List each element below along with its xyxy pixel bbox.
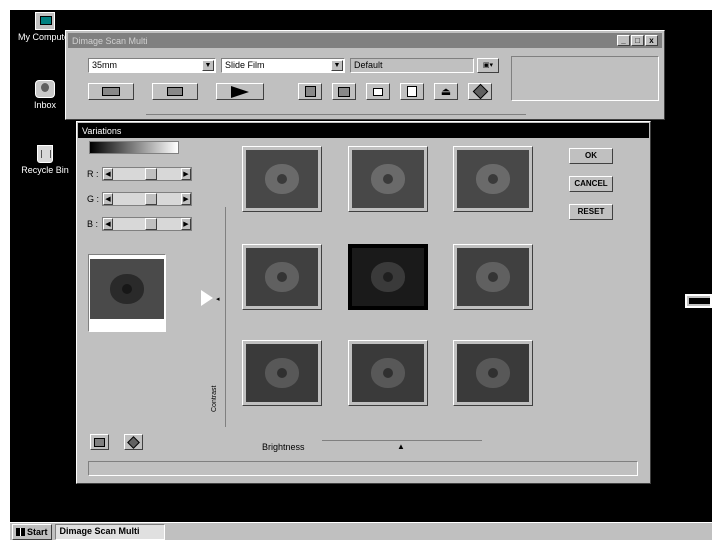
crop-icon bbox=[304, 86, 316, 97]
close-button[interactable]: x bbox=[645, 35, 658, 46]
variation-thumbnail[interactable] bbox=[242, 244, 322, 310]
main-window: Dimage Scan Multi _ □ x 35mm ▼ Slide Fil… bbox=[65, 30, 665, 120]
profile-value: Default bbox=[354, 60, 383, 70]
desktop-icon-label: Inbox bbox=[33, 100, 57, 110]
variation-thumbnail[interactable] bbox=[348, 146, 428, 212]
cancel-button[interactable]: CANCEL bbox=[569, 176, 613, 192]
red-slider-label: R : bbox=[87, 169, 99, 179]
film-type-select[interactable]: Slide Film ▼ bbox=[221, 58, 345, 73]
start-button[interactable]: Start bbox=[12, 523, 52, 540]
variations-titlebar[interactable]: Variations bbox=[78, 123, 649, 138]
arrow-left-icon[interactable]: ◀ bbox=[103, 168, 113, 180]
brightness-track bbox=[322, 440, 482, 441]
prescan-icon bbox=[167, 87, 183, 96]
window-divider bbox=[146, 114, 526, 115]
variation-thumbnail[interactable] bbox=[242, 340, 322, 406]
main-window-title: Dimage Scan Multi bbox=[72, 35, 148, 46]
desktop-icon-label: Recycle Bin bbox=[21, 165, 69, 175]
chevron-down-icon[interactable]: ▼ bbox=[202, 60, 214, 71]
taskbar: Start Dimage Scan Multi bbox=[10, 522, 712, 540]
film-format-select[interactable]: 35mm ▼ bbox=[88, 58, 216, 73]
main-window-titlebar[interactable]: Dimage Scan Multi _ □ x bbox=[68, 33, 662, 48]
contrast-label: Contrast bbox=[211, 385, 218, 412]
variation-thumbnail[interactable] bbox=[348, 340, 428, 406]
computer-icon bbox=[35, 12, 55, 30]
eject-icon: ⏏ bbox=[440, 86, 452, 98]
status-panel bbox=[511, 56, 659, 101]
contrast-track bbox=[225, 207, 226, 427]
image-correction-icon bbox=[338, 86, 350, 97]
brightness-label: Brightness bbox=[262, 442, 305, 452]
eject-button[interactable]: ⏏ bbox=[434, 83, 458, 100]
minimize-button[interactable]: _ bbox=[617, 35, 630, 46]
arrow-right-icon[interactable]: ▶ bbox=[181, 168, 191, 180]
image-correction-button[interactable] bbox=[332, 83, 356, 100]
scan-icon bbox=[231, 85, 249, 98]
film-type-value: Slide Film bbox=[225, 60, 265, 70]
arrow-right-icon[interactable]: ▶ bbox=[181, 218, 191, 230]
variations-window: Variations R : ◀ ▶ G : ◀ ▶ B : ◀ ▶ ◂ Con bbox=[76, 121, 651, 484]
blue-slider-label: B : bbox=[87, 219, 99, 229]
recycle-bin-icon bbox=[37, 145, 53, 163]
variation-thumbnail[interactable] bbox=[453, 244, 533, 310]
red-slider-row: R : ◀ ▶ bbox=[87, 167, 192, 181]
profile-menu-button[interactable]: ▣▾ bbox=[477, 58, 499, 73]
tone-gradient-bar bbox=[89, 141, 179, 154]
slider-thumb[interactable] bbox=[145, 168, 157, 180]
profile-field[interactable]: Default bbox=[350, 58, 474, 73]
index-scan-icon bbox=[102, 87, 120, 96]
index-scan-button[interactable] bbox=[88, 83, 134, 100]
offscreen-window-fragment bbox=[685, 294, 712, 308]
arrow-right-icon bbox=[201, 290, 213, 306]
contrast-indicator: ◂ bbox=[216, 296, 220, 303]
desktop-icon-recycle-bin[interactable]: Recycle Bin bbox=[12, 145, 78, 175]
help-icon bbox=[127, 435, 140, 449]
crop-button[interactable] bbox=[298, 83, 322, 100]
variation-thumbnail[interactable] bbox=[242, 146, 322, 212]
variation-thumbnail[interactable] bbox=[453, 146, 533, 212]
windows-logo-icon bbox=[16, 527, 25, 536]
menu-icon: ▣▾ bbox=[482, 62, 494, 69]
help-button[interactable] bbox=[468, 83, 492, 100]
prescan-button[interactable] bbox=[152, 83, 198, 100]
ok-button[interactable]: OK bbox=[569, 148, 613, 164]
chevron-down-icon[interactable]: ▼ bbox=[331, 60, 343, 71]
variations-title: Variations bbox=[82, 125, 122, 136]
variation-thumbnail-selected[interactable] bbox=[348, 244, 428, 310]
blue-slider[interactable]: ◀ ▶ bbox=[102, 217, 192, 231]
preferences-button[interactable] bbox=[400, 83, 424, 100]
original-preview-image bbox=[90, 259, 164, 319]
preview-window-button[interactable] bbox=[90, 434, 109, 450]
reset-button[interactable]: RESET bbox=[569, 204, 613, 220]
desktop-icon-label: My Computer bbox=[17, 32, 72, 42]
help-button[interactable] bbox=[124, 434, 143, 450]
progress-status-bar bbox=[88, 461, 638, 476]
preview-window-icon bbox=[94, 437, 105, 447]
slider-thumb[interactable] bbox=[145, 193, 157, 205]
maximize-button[interactable]: □ bbox=[631, 35, 644, 46]
brightness-indicator: ▲ bbox=[397, 442, 405, 451]
green-slider-label: G : bbox=[87, 194, 100, 204]
scan-button[interactable] bbox=[216, 83, 264, 100]
green-slider-row: G : ◀ ▶ bbox=[87, 192, 192, 206]
green-slider[interactable]: ◀ ▶ bbox=[102, 192, 192, 206]
taskbar-button-dimage[interactable]: Dimage Scan Multi bbox=[54, 523, 165, 540]
film-format-value: 35mm bbox=[92, 60, 118, 70]
rotate-button[interactable] bbox=[366, 83, 390, 100]
inbox-icon bbox=[35, 80, 55, 98]
original-preview bbox=[88, 254, 166, 332]
blue-slider-row: B : ◀ ▶ bbox=[87, 217, 192, 231]
rotate-icon bbox=[373, 87, 383, 96]
start-label: Start bbox=[27, 526, 48, 537]
arrow-left-icon[interactable]: ◀ bbox=[103, 218, 113, 230]
help-icon bbox=[472, 83, 488, 100]
slider-thumb[interactable] bbox=[145, 218, 157, 230]
preferences-icon bbox=[407, 86, 417, 97]
red-slider[interactable]: ◀ ▶ bbox=[102, 167, 192, 181]
taskbar-button-label: Dimage Scan Multi bbox=[59, 525, 140, 536]
variation-thumbnail[interactable] bbox=[453, 340, 533, 406]
arrow-right-icon[interactable]: ▶ bbox=[181, 193, 191, 205]
arrow-left-icon[interactable]: ◀ bbox=[103, 193, 113, 205]
